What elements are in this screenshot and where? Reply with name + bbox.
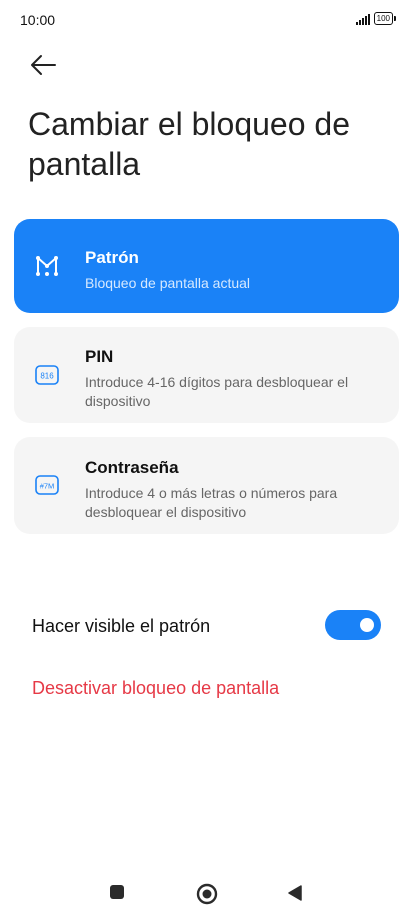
triangle-back-icon: [288, 885, 302, 901]
option-pattern-texts: Patrón Bloqueo de pantalla actual: [85, 248, 379, 293]
option-password-texts: Contraseña Introduce 4 o más letras o nú…: [85, 458, 379, 522]
toggle-knob: [360, 618, 374, 632]
option-title: PIN: [85, 347, 114, 366]
signal-icon: [355, 13, 370, 25]
option-subtitle: Introduce 4 o más letras o números para …: [85, 485, 338, 520]
page-title: Cambiar el bloqueo de pantalla: [28, 106, 350, 182]
option-title: Patrón: [85, 248, 139, 267]
pin-icon: 816: [34, 363, 60, 389]
option-title: Contraseña: [85, 458, 179, 477]
option-password[interactable]: #7M Contraseña Introduce 4 o más letras …: [14, 437, 399, 534]
option-subtitle: Bloqueo de pantalla actual: [85, 275, 251, 291]
status-icons: 100: [355, 12, 397, 25]
home-button[interactable]: [196, 883, 218, 910]
status-time: 10:00: [20, 12, 56, 28]
password-icon-text: #7M: [40, 482, 55, 491]
password-icon: #7M: [34, 473, 60, 499]
navigation-bar: [0, 878, 413, 914]
visible-pattern-row: Hacer visible el patrón: [32, 608, 381, 644]
square-icon: [110, 885, 124, 899]
option-pattern[interactable]: Patrón Bloqueo de pantalla actual: [14, 219, 399, 313]
battery-icon: 100: [373, 12, 397, 25]
pin-icon-text: 816: [40, 372, 54, 381]
visible-pattern-toggle[interactable]: [325, 610, 381, 640]
recents-button[interactable]: [109, 884, 125, 905]
disable-screen-lock-link[interactable]: Desactivar bloqueo de pantalla: [32, 678, 279, 699]
option-subtitle: Introduce 4-16 dígitos para desbloquear …: [85, 374, 349, 409]
option-pin-texts: PIN Introduce 4-16 dígitos para desbloqu…: [85, 347, 379, 411]
home-circle-icon: [196, 883, 218, 905]
back-button[interactable]: [28, 52, 58, 78]
status-bar: 10:00 100: [0, 0, 413, 40]
pattern-icon: [34, 253, 60, 279]
back-nav-button[interactable]: [287, 884, 303, 907]
option-pin[interactable]: 816 PIN Introduce 4-16 dígitos para desb…: [14, 327, 399, 423]
visible-pattern-label: Hacer visible el patrón: [32, 616, 211, 636]
arrow-left-icon: [31, 55, 56, 75]
